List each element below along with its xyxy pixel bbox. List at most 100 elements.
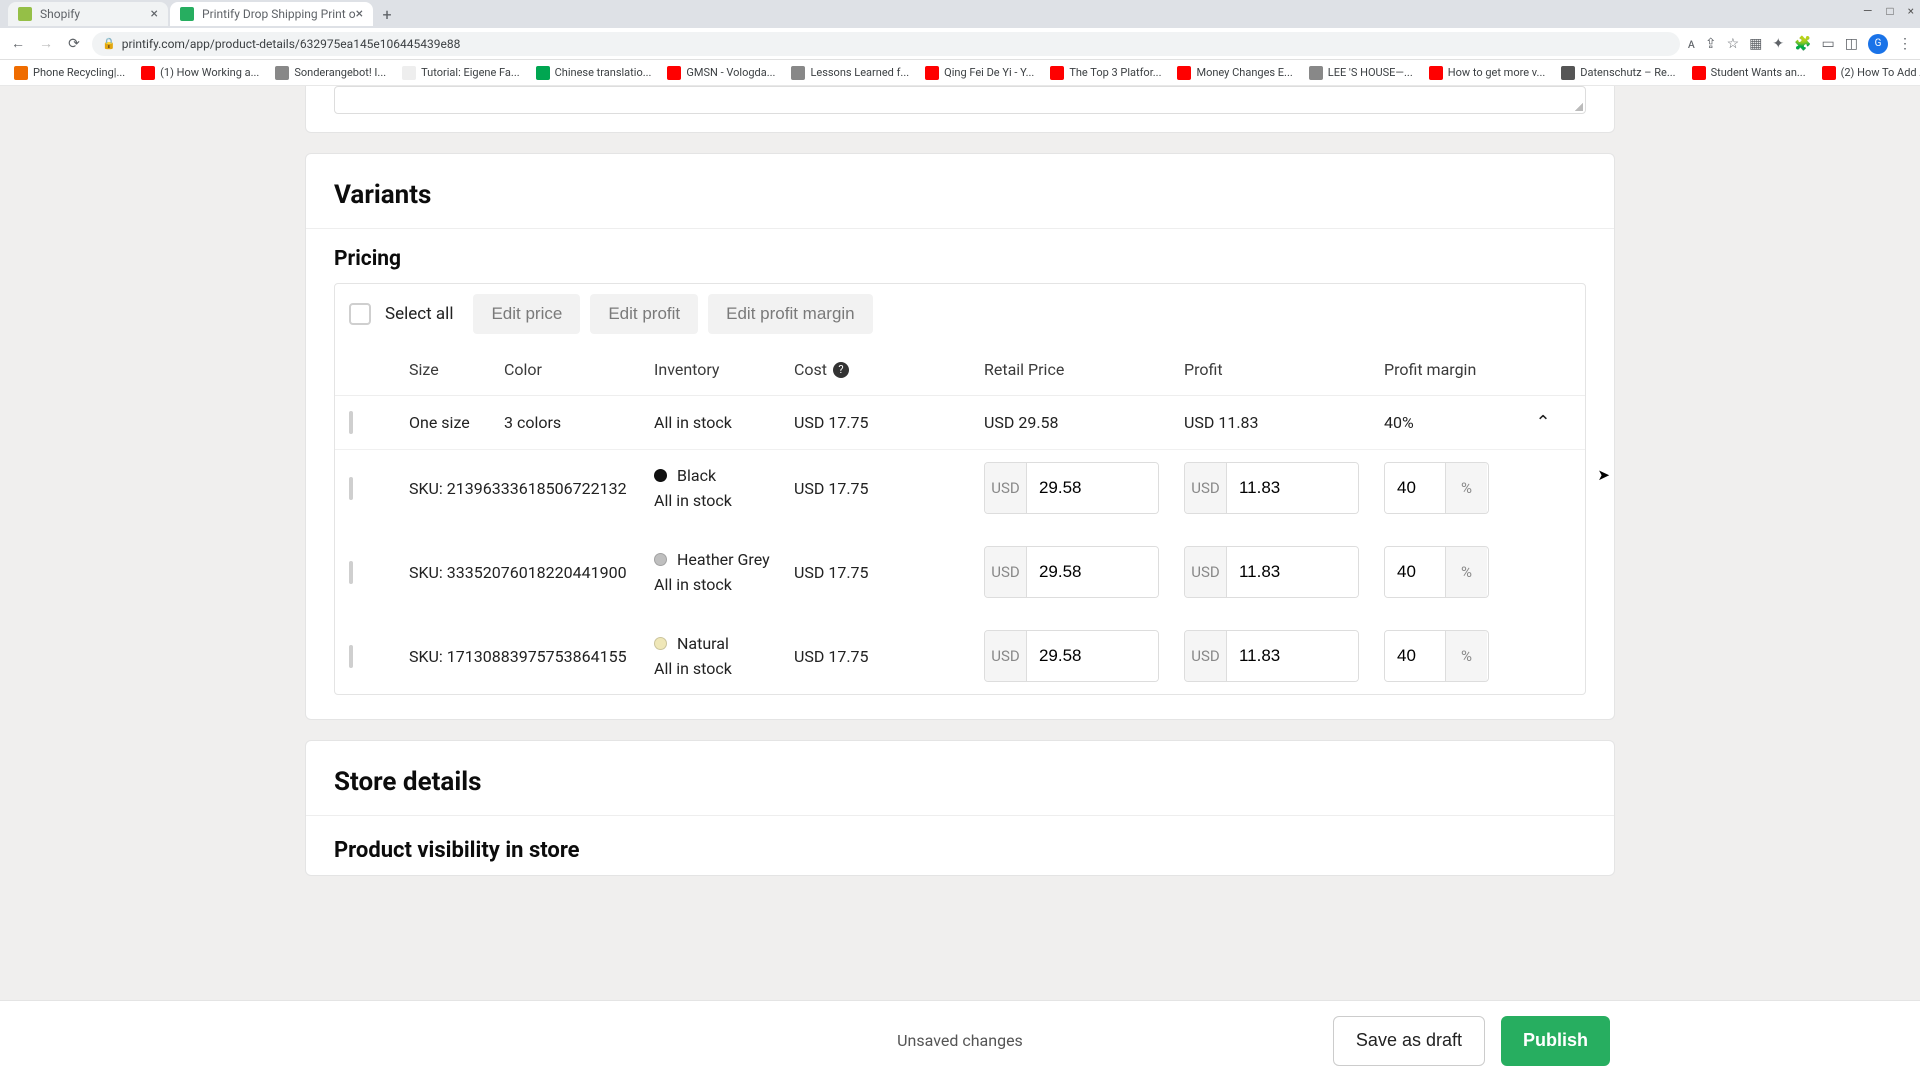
- close-window-icon[interactable]: ×: [1908, 4, 1914, 18]
- profit-field[interactable]: [1227, 463, 1358, 513]
- extension-icon[interactable]: ✦: [1772, 36, 1784, 52]
- row-checkbox[interactable]: [349, 411, 353, 434]
- retail-field[interactable]: [1027, 631, 1158, 681]
- cell-cost: USD 17.75: [794, 563, 984, 582]
- summary-row: One size 3 colors All in stock USD 17.75…: [335, 396, 1585, 450]
- retail-field[interactable]: [1027, 547, 1158, 597]
- chevron-up-icon[interactable]: ⌃: [1515, 412, 1571, 433]
- profit-input[interactable]: USD: [1184, 462, 1359, 514]
- row-checkbox[interactable]: [349, 477, 353, 500]
- bookmark-label: Datenschutz – Re...: [1580, 66, 1675, 79]
- address-bar[interactable]: 🔒 printify.com/app/product-details/63297…: [92, 32, 1680, 56]
- bookmark-label: Qing Fei De Yi - Y...: [944, 66, 1034, 79]
- browser-tab-shopify[interactable]: Shopify ×: [8, 2, 168, 26]
- margin-input[interactable]: %: [1384, 630, 1489, 682]
- edit-profit-button[interactable]: Edit profit: [590, 294, 698, 334]
- window-icon[interactable]: ◫: [1845, 36, 1858, 52]
- bookmark-item[interactable]: (1) How Working a...: [135, 63, 265, 83]
- bookmark-label: Chinese translatio...: [555, 66, 652, 79]
- share-icon[interactable]: ⇪: [1705, 36, 1717, 52]
- bookmark-favicon-icon: [791, 66, 805, 80]
- bookmark-label: Sonderangebot! I...: [294, 66, 386, 79]
- close-icon[interactable]: ×: [356, 7, 363, 21]
- bookmark-item[interactable]: Phone Recycling|...: [8, 63, 131, 83]
- grid-icon[interactable]: ▦: [1749, 36, 1762, 52]
- close-icon[interactable]: ×: [151, 7, 158, 21]
- bookmark-item[interactable]: How to get more v...: [1423, 63, 1552, 83]
- bookmark-favicon-icon: [275, 66, 289, 80]
- bookmark-item[interactable]: Money Changes E...: [1171, 63, 1298, 83]
- bookmark-item[interactable]: Datenschutz – Re...: [1555, 63, 1681, 83]
- margin-field[interactable]: [1385, 547, 1445, 597]
- variant-row: SKU: 21396333618506722132 Black All in s…: [335, 450, 1585, 526]
- row-checkbox[interactable]: [349, 561, 353, 584]
- col-cost: Cost?: [794, 360, 984, 379]
- bookmark-item[interactable]: The Top 3 Platfor...: [1044, 63, 1167, 83]
- device-icon[interactable]: ▭: [1822, 36, 1835, 52]
- table-header: Size Color Inventory Cost? Retail Price …: [335, 344, 1585, 396]
- bookmark-label: Money Changes E...: [1196, 66, 1292, 79]
- bookmark-item[interactable]: GMSN - Vologda...: [661, 63, 781, 83]
- back-icon[interactable]: ←: [8, 34, 28, 54]
- bookmark-item[interactable]: Tutorial: Eigene Fa...: [396, 63, 526, 83]
- col-color: Color: [504, 360, 654, 379]
- bookmark-item[interactable]: Chinese translatio...: [530, 63, 658, 83]
- profit-field[interactable]: [1227, 631, 1358, 681]
- margin-input[interactable]: %: [1384, 462, 1489, 514]
- bookmark-favicon-icon: [14, 66, 28, 80]
- profit-field[interactable]: [1227, 547, 1358, 597]
- retail-price-input[interactable]: USD: [984, 630, 1159, 682]
- bookmark-favicon-icon: [1429, 66, 1443, 80]
- profit-input[interactable]: USD: [1184, 630, 1359, 682]
- menu-icon[interactable]: ⋮: [1898, 36, 1912, 52]
- percent-suffix: %: [1445, 463, 1487, 513]
- puzzle-icon[interactable]: 🧩: [1794, 36, 1811, 52]
- visibility-heading: Product visibility in store: [306, 816, 1614, 875]
- publish-button[interactable]: Publish: [1501, 1016, 1610, 1066]
- currency-prefix: USD: [985, 631, 1027, 681]
- edit-margin-button[interactable]: Edit profit margin: [708, 294, 873, 334]
- save-draft-button[interactable]: Save as draft: [1333, 1016, 1485, 1066]
- cell-sku: SKU: 21396333618506722132: [409, 479, 654, 498]
- profit-input[interactable]: USD: [1184, 546, 1359, 598]
- forward-icon[interactable]: →: [36, 34, 56, 54]
- row-checkbox[interactable]: [349, 645, 353, 668]
- profile-avatar-icon[interactable]: G: [1868, 34, 1888, 54]
- retail-price-input[interactable]: USD: [984, 462, 1159, 514]
- bookmark-item[interactable]: Student Wants an...: [1686, 63, 1812, 83]
- col-size: Size: [409, 360, 504, 379]
- variants-heading: Variants: [306, 154, 1614, 228]
- bookmark-favicon-icon: [536, 66, 550, 80]
- description-textarea[interactable]: [334, 86, 1586, 114]
- margin-field[interactable]: [1385, 631, 1445, 681]
- percent-suffix: %: [1445, 631, 1487, 681]
- bookmark-favicon-icon: [667, 66, 681, 80]
- edit-price-button[interactable]: Edit price: [473, 294, 580, 334]
- bookmark-item[interactable]: Sonderangebot! I...: [269, 63, 392, 83]
- reload-icon[interactable]: ⟳: [64, 34, 84, 54]
- bookmark-favicon-icon: [1309, 66, 1323, 80]
- minimize-icon[interactable]: —: [1863, 4, 1872, 18]
- cell-sku: SKU: 33352076018220441900: [409, 563, 654, 582]
- bookmark-item[interactable]: LEE 'S HOUSE—...: [1303, 63, 1419, 83]
- currency-prefix: USD: [1185, 631, 1227, 681]
- retail-price-input[interactable]: USD: [984, 546, 1159, 598]
- maximize-icon[interactable]: □: [1886, 4, 1893, 18]
- bookmark-item[interactable]: Qing Fei De Yi - Y...: [919, 63, 1040, 83]
- translate-icon[interactable]: ᴀ: [1688, 35, 1695, 52]
- margin-field[interactable]: [1385, 463, 1445, 513]
- margin-input[interactable]: %: [1384, 546, 1489, 598]
- bookmark-favicon-icon: [1050, 66, 1064, 80]
- new-tab-button[interactable]: +: [375, 2, 399, 26]
- browser-tab-strip: Shopify × Printify Drop Shipping Print o…: [0, 0, 1920, 28]
- bookmark-label: (2) How To Add A...: [1841, 66, 1920, 79]
- browser-tab-printify[interactable]: Printify Drop Shipping Print o ×: [170, 2, 373, 26]
- bookmark-item[interactable]: Lessons Learned f...: [785, 63, 915, 83]
- col-profit: Profit: [1184, 360, 1384, 379]
- bookmark-item[interactable]: (2) How To Add A...: [1816, 63, 1920, 83]
- help-icon[interactable]: ?: [833, 362, 849, 378]
- cell-sku: SKU: 17130883975753864155: [409, 647, 654, 666]
- retail-field[interactable]: [1027, 463, 1158, 513]
- star-icon[interactable]: ☆: [1727, 36, 1740, 52]
- select-all-checkbox[interactable]: [349, 303, 371, 325]
